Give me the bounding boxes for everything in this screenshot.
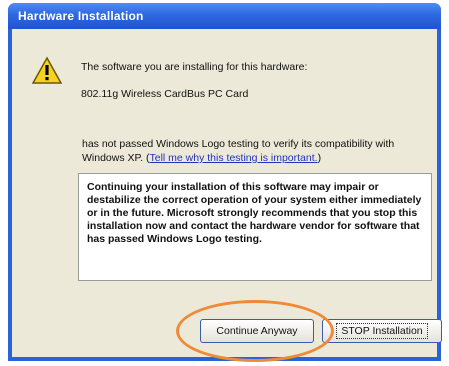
continue-anyway-button[interactable]: Continue Anyway — [200, 319, 314, 343]
dialog-title: Hardware Installation — [18, 9, 144, 23]
message-line: The software you are installing for this… — [81, 61, 308, 73]
stop-installation-label: STOP Installation — [336, 323, 428, 339]
testing-info-link[interactable]: Tell me why this testing is important. — [150, 152, 318, 164]
device-name: 802.11g Wireless CardBus PC Card — [81, 88, 249, 100]
stop-installation-button[interactable]: STOP Installation — [322, 319, 442, 343]
warning-icon — [32, 56, 62, 84]
notice-text-end: ) — [317, 152, 322, 164]
warning-box: Continuing your installation of this sof… — [78, 173, 432, 281]
continue-anyway-label: Continue Anyway — [216, 325, 298, 337]
title-bar[interactable]: Hardware Installation — [8, 3, 441, 29]
warning-text: Continuing your installation of this sof… — [87, 181, 422, 245]
logo-testing-notice: has not passed Windows Logo testing to v… — [82, 137, 422, 165]
